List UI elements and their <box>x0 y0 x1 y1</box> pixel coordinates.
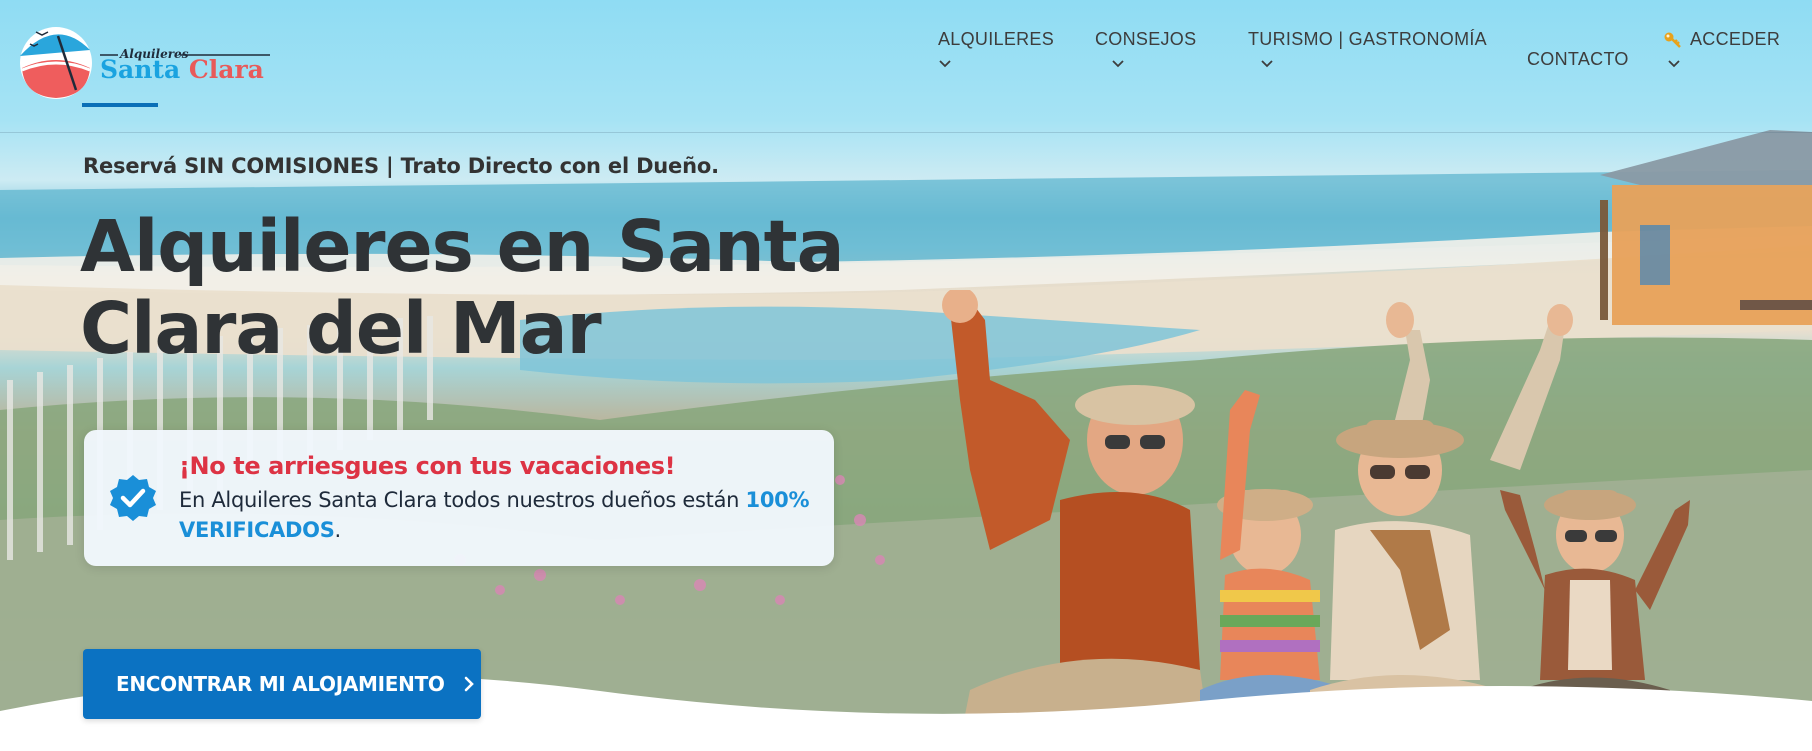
cta-label: ENCONTRAR MI ALOJAMIENTO <box>116 672 445 696</box>
chevron-down-icon <box>939 60 951 68</box>
nav-item-contacto[interactable]: CONTACTO <box>1527 49 1629 70</box>
notice-body-text: En Alquileres Santa Clara todos nuestros… <box>179 488 746 512</box>
nav-label: CONTACTO <box>1527 49 1629 69</box>
verified-badge-icon <box>110 475 156 521</box>
logo-word-clara: Clara <box>188 55 264 84</box>
active-indicator <box>82 103 158 107</box>
notice-body-suffix: . <box>334 518 342 542</box>
notice-title: ¡No te arriesgues con tus vacaciones! <box>179 452 676 480</box>
chevron-down-icon <box>1668 60 1680 68</box>
hero-tagline: Reservá SIN COMISIONES | Trato Directo c… <box>83 154 719 178</box>
hero-section: Alquileres Santa Clara ALQUILERES CONSEJ… <box>0 0 1812 751</box>
nav-item-alquileres[interactable]: ALQUILERES <box>938 29 1054 68</box>
nav-label: CONSEJOS <box>1095 29 1197 49</box>
nav-item-acceder[interactable]: ACCEDER <box>1663 29 1780 68</box>
nav-label: ALQUILERES <box>938 29 1055 49</box>
find-accommodation-button[interactable]: ENCONTRAR MI ALOJAMIENTO <box>83 649 481 719</box>
chevron-down-icon <box>1261 60 1273 68</box>
logo-word-santa: Santa <box>100 55 181 84</box>
notice-body: En Alquileres Santa Clara todos nuestros… <box>179 485 819 545</box>
logo-text[interactable]: Santa Clara <box>100 55 264 84</box>
chevron-down-icon <box>1112 60 1124 68</box>
header-divider <box>0 132 1812 133</box>
nav-item-consejos[interactable]: CONSEJOS <box>1095 29 1196 68</box>
key-icon <box>1664 32 1681 48</box>
hero-title: Alquileres en Santa Clara del Mar <box>80 205 845 370</box>
nav-label: ACCEDER <box>1690 29 1781 49</box>
nav-item-turismo-gastronomia[interactable]: TURISMO | GASTRONOMÍA <box>1248 29 1487 68</box>
verified-notice-card: ¡No te arriesgues con tus vacaciones! En… <box>84 430 834 566</box>
chevron-right-icon <box>464 676 474 692</box>
nav-label: TURISMO | GASTRONOMÍA <box>1248 29 1487 49</box>
